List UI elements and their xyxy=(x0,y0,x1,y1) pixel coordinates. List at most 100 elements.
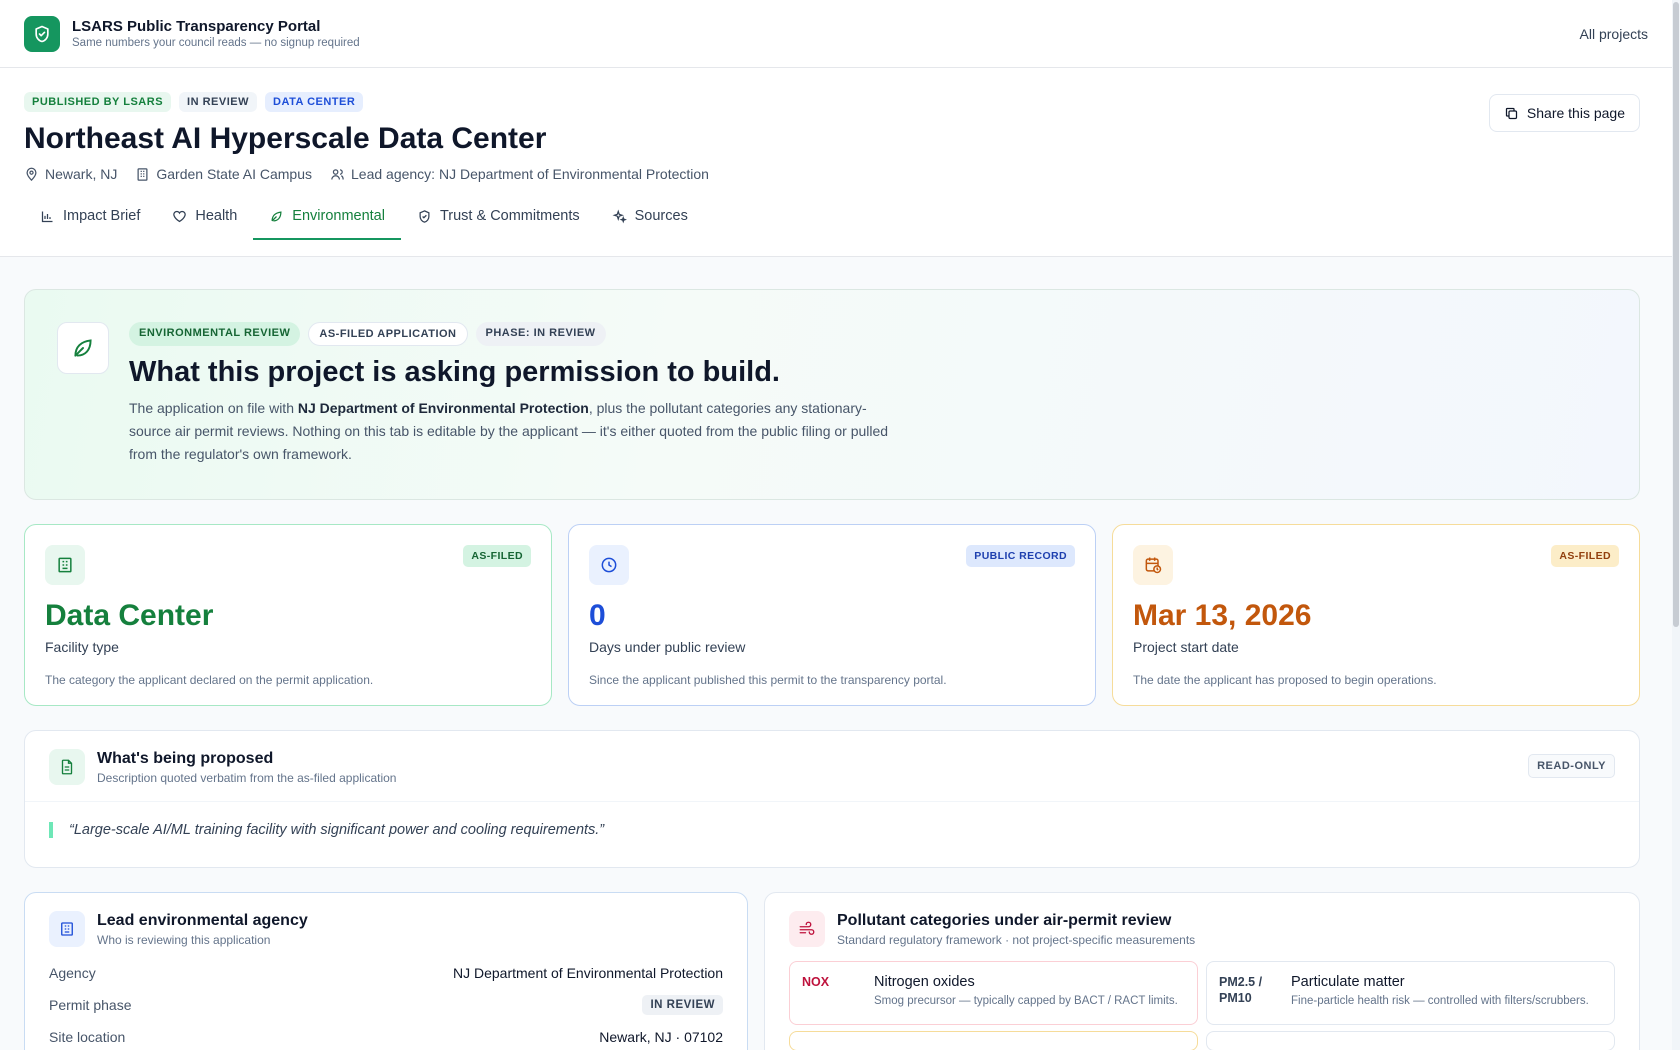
location-meta: Newark, NJ xyxy=(24,166,117,182)
copy-icon xyxy=(1505,107,1518,119)
page-title: Northeast AI Hyperscale Data Center xyxy=(24,122,547,155)
map-pin-icon xyxy=(26,167,37,181)
review-days-card: PUBLIC RECORD 0 Days under public review… xyxy=(568,524,1096,706)
published-badge: PUBLISHED BY LSARS xyxy=(24,92,172,112)
type-badge: DATA CENTER xyxy=(265,92,364,112)
proposal-card-header: What's being proposed Description quoted… xyxy=(25,731,1639,802)
lead-agency-heading: Lead environmental agency Who is reviewi… xyxy=(97,912,308,947)
as-filed-tag: AS-FILED xyxy=(1551,545,1619,567)
shield-icon xyxy=(419,209,430,223)
read-only-badge: READ-ONLY xyxy=(1528,754,1615,778)
users-icon xyxy=(331,168,344,180)
share-button[interactable]: Share this page xyxy=(1488,94,1640,132)
top-bar: LSARS Public Transparency Portal Same nu… xyxy=(0,0,1672,68)
scrollbar-thumb[interactable] xyxy=(1673,2,1679,627)
pollutant-info: Particulate matter Fine-particle health … xyxy=(1291,974,1589,1012)
hero-content: ENVIRONMENTAL REVIEW AS-FILED APPLICATIO… xyxy=(129,322,889,467)
agency-value: NJ Department of Environmental Protectio… xyxy=(452,965,723,981)
leaf-icon xyxy=(271,210,282,221)
location-text: Newark, NJ xyxy=(45,166,118,182)
lead-agency-card: Lead environmental agency Who is reviewi… xyxy=(24,892,748,1050)
lead-agency-title: Lead environmental agency xyxy=(97,911,308,929)
permit-phase-key: Permit phase xyxy=(49,997,132,1013)
tab-label: Environmental xyxy=(292,208,385,224)
proposal-subtitle: Description quoted verbatim from the as-… xyxy=(97,770,397,785)
hero-body-pre: The application on file with xyxy=(129,400,298,416)
pollutant-code: PM2.5 / PM10 xyxy=(1219,975,1263,1005)
facility-type-label: Facility type xyxy=(45,639,119,655)
main-content: ENVIRONMENTAL REVIEW AS-FILED APPLICATIO… xyxy=(0,257,1672,1050)
environmental-hero: ENVIRONMENTAL REVIEW AS-FILED APPLICATIO… xyxy=(24,289,1640,500)
pollutants-subtitle: Standard regulatory framework · not proj… xyxy=(837,932,1196,947)
pollutants-heading: Pollutant categories under air-permit re… xyxy=(837,912,1195,947)
brand-subtitle: Same numbers your council reads — no sig… xyxy=(72,37,360,49)
share-label: Share this page xyxy=(1526,105,1625,121)
tab-sources[interactable]: Sources xyxy=(596,208,704,240)
scrollbar[interactable] xyxy=(1672,0,1680,1050)
pill-environmental-review: ENVIRONMENTAL REVIEW xyxy=(129,322,301,346)
bottom-cards: Lead environmental agency Who is reviewi… xyxy=(24,892,1640,1050)
heart-icon xyxy=(173,210,187,222)
start-date-value: Mar 13, 2026 xyxy=(1133,599,1312,632)
building-icon xyxy=(137,167,148,181)
bar-chart-icon xyxy=(41,211,53,222)
site-location-row: Site location Newark, NJ · 07102 xyxy=(25,1021,747,1050)
review-days-label: Days under public review xyxy=(589,639,746,655)
lead-agency-header: Lead environmental agency Who is reviewi… xyxy=(25,893,747,957)
agency-meta: Lead agency: NJ Department of Environmen… xyxy=(330,166,709,182)
start-date-desc: The date the applicant has proposed to b… xyxy=(1133,673,1437,687)
pollutants-title: Pollutant categories under air-permit re… xyxy=(837,911,1172,929)
building-icon xyxy=(49,911,85,947)
tab-bar: Impact Brief Health Environmental Trust … xyxy=(24,208,1648,240)
review-days-desc: Since the applicant published this permi… xyxy=(589,673,947,687)
review-days-value: 0 xyxy=(589,599,606,632)
stat-cards: AS-FILED Data Center Facility type The c… xyxy=(24,524,1640,706)
pollutant-pm: PM2.5 / PM10 Particulate matter Fine-par… xyxy=(1206,961,1615,1025)
tab-environmental[interactable]: Environmental xyxy=(253,208,401,240)
hero-pills: ENVIRONMENTAL REVIEW AS-FILED APPLICATIO… xyxy=(129,322,889,346)
pill-phase: PHASE: IN REVIEW xyxy=(475,322,606,346)
tab-label: Health xyxy=(195,208,238,224)
proposal-title: What's being proposed xyxy=(97,749,274,767)
tab-impact-brief[interactable]: Impact Brief xyxy=(24,208,156,240)
document-icon xyxy=(49,749,85,785)
sparkles-icon xyxy=(612,209,627,223)
leaf-icon xyxy=(57,322,109,374)
project-header: PUBLISHED BY LSARS IN REVIEW DATA CENTER… xyxy=(0,68,1672,257)
pill-as-filed: AS-FILED APPLICATION xyxy=(308,322,468,346)
brand: LSARS Public Transparency Portal Same nu… xyxy=(72,18,360,49)
calendar-clock-icon xyxy=(1133,545,1173,585)
tab-label: Impact Brief xyxy=(63,208,141,224)
pollutant-name: Particulate matter xyxy=(1291,974,1405,990)
proposal-quote: “Large-scale AI/ML training facility wit… xyxy=(49,822,1615,838)
brand-title: LSARS Public Transparency Portal xyxy=(72,18,321,35)
project-badges: PUBLISHED BY LSARS IN REVIEW DATA CENTER xyxy=(24,92,1648,112)
tab-health[interactable]: Health xyxy=(156,208,253,240)
pollutants-card: Pollutant categories under air-permit re… xyxy=(764,892,1640,1050)
public-record-tag: PUBLIC RECORD xyxy=(966,545,1075,567)
pollutant-nox: NOX Nitrogen oxides Smog precursor — typ… xyxy=(789,961,1198,1025)
permit-phase-badge: IN REVIEW xyxy=(642,995,723,1015)
pollutant-desc: Fine-particle health risk — controlled w… xyxy=(1291,995,1589,1007)
page: LSARS Public Transparency Portal Same nu… xyxy=(0,0,1672,1050)
agency-row: Agency NJ Department of Environmental Pr… xyxy=(25,957,747,989)
tab-label: Sources xyxy=(634,208,688,224)
as-filed-tag: AS-FILED xyxy=(463,545,531,567)
clock-icon xyxy=(589,545,629,585)
pollutant-list: NOX Nitrogen oxides Smog precursor — typ… xyxy=(765,961,1639,1025)
all-projects-link[interactable]: All projects xyxy=(1580,26,1648,42)
tab-trust-commitments[interactable]: Trust & Commitments xyxy=(401,208,596,240)
facility-type-desc: The category the applicant declared on t… xyxy=(45,673,374,687)
tab-label: Trust & Commitments xyxy=(439,208,580,224)
proposal-heading: What's being proposed Description quoted… xyxy=(97,750,396,785)
start-date-card: AS-FILED Mar 13, 2026 Project start date… xyxy=(1112,524,1640,706)
project-meta: Newark, NJ Garden State AI Campus Lead a… xyxy=(24,166,1648,182)
facility-type-value: Data Center xyxy=(45,599,214,632)
lead-agency-subtitle: Who is reviewing this application xyxy=(97,932,271,947)
start-date-label: Project start date xyxy=(1133,639,1239,655)
facility-type-card: AS-FILED Data Center Facility type The c… xyxy=(24,524,552,706)
agency-key: Agency xyxy=(49,965,96,981)
hero-description: The application on file with NJ Departme… xyxy=(129,397,889,466)
pollutant-name: Nitrogen oxides xyxy=(874,974,975,990)
campus-meta: Garden State AI Campus xyxy=(135,166,312,182)
